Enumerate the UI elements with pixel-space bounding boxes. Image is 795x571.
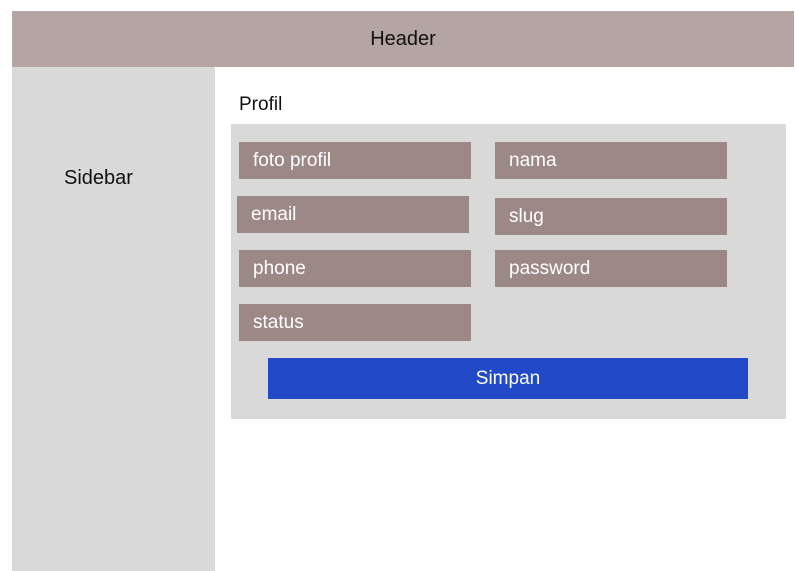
header: Header bbox=[12, 11, 794, 67]
phone-field-label: phone bbox=[253, 257, 306, 279]
name-field[interactable]: nama bbox=[495, 142, 727, 179]
page-title: Profil bbox=[239, 94, 283, 115]
save-button[interactable]: Simpan bbox=[268, 358, 748, 399]
photo-field[interactable]: foto profil bbox=[239, 142, 471, 179]
name-field-label: nama bbox=[509, 149, 557, 171]
email-field-label: email bbox=[251, 203, 297, 225]
slug-field-label: slug bbox=[509, 205, 544, 227]
password-field[interactable]: password bbox=[495, 250, 727, 287]
header-title: Header bbox=[370, 27, 436, 50]
phone-field[interactable]: phone bbox=[239, 250, 471, 287]
status-field-label: status bbox=[253, 311, 304, 333]
photo-field-label: foto profil bbox=[253, 149, 332, 171]
status-field[interactable]: status bbox=[239, 304, 471, 341]
email-field[interactable]: email bbox=[237, 196, 469, 233]
sidebar: Sidebar bbox=[12, 67, 215, 571]
password-field-label: password bbox=[509, 257, 591, 279]
slug-field[interactable]: slug bbox=[495, 198, 727, 235]
save-button-label: Simpan bbox=[475, 367, 541, 389]
sidebar-label: Sidebar bbox=[64, 167, 133, 189]
